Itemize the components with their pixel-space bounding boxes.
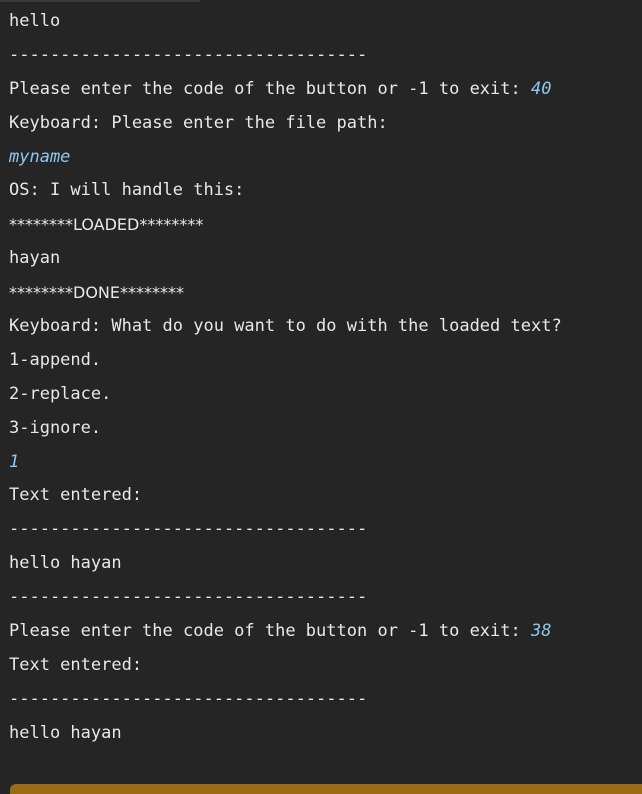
top-strip bbox=[0, 0, 200, 2]
user-input: myname bbox=[9, 146, 71, 167]
loaded-banner: ********LOADED******** bbox=[9, 208, 642, 242]
output-text: 2-replace. bbox=[9, 383, 112, 404]
separator-line: ----------------------------------- bbox=[9, 513, 642, 547]
done-banner: ********DONE******** bbox=[9, 276, 642, 310]
prompt-line: Please enter the code of the button or -… bbox=[9, 73, 642, 107]
prompt-text: Please enter the code of the button or -… bbox=[9, 78, 531, 99]
user-input: 1 bbox=[9, 451, 20, 472]
separator-line: ----------------------------------- bbox=[9, 683, 642, 717]
output-text: ----------------------------------- bbox=[9, 44, 368, 65]
output-text: Text entered: bbox=[9, 485, 143, 506]
output-text: ----------------------------------- bbox=[9, 688, 368, 709]
output-text: 3-ignore. bbox=[9, 417, 102, 438]
output-text: 1-append. bbox=[9, 349, 102, 370]
output-text: hello hayan bbox=[9, 722, 122, 743]
input-line: 1 bbox=[9, 446, 642, 480]
separator-line: ----------------------------------- bbox=[9, 39, 642, 73]
output-text: hello bbox=[9, 11, 61, 31]
menu-option: 1-append. bbox=[9, 344, 642, 378]
output-text: hello hayan bbox=[9, 553, 122, 574]
output-text: Keyboard: Please enter the file path: bbox=[9, 112, 388, 133]
menu-option: 2-replace. bbox=[9, 378, 642, 412]
output-line: Text entered: bbox=[9, 649, 642, 683]
output-line: Keyboard: Please enter the file path: bbox=[9, 107, 642, 141]
terminal-output: hello ----------------------------------… bbox=[9, 5, 642, 751]
output-text: OS: I will handle this: bbox=[9, 180, 245, 201]
output-line: Text entered: bbox=[9, 479, 642, 513]
output-text: ********LOADED******** bbox=[9, 215, 204, 235]
output-line: hello bbox=[9, 5, 642, 39]
output-text: Text entered: bbox=[9, 654, 143, 675]
output-text: hayan bbox=[9, 248, 61, 269]
output-line: hello hayan bbox=[9, 717, 642, 751]
output-text: Keyboard: What do you want to do with th… bbox=[9, 316, 562, 337]
user-input: 38 bbox=[530, 621, 552, 642]
separator-line: ----------------------------------- bbox=[9, 581, 642, 615]
output-text: ----------------------------------- bbox=[9, 519, 368, 540]
output-text: ----------------------------------- bbox=[9, 587, 368, 608]
output-line: hello hayan bbox=[9, 547, 642, 581]
prompt-text: Please enter the code of the button or -… bbox=[9, 621, 531, 642]
user-input: 40 bbox=[530, 78, 552, 99]
horizontal-scrollbar[interactable] bbox=[10, 784, 642, 794]
output-line: hayan bbox=[9, 242, 642, 276]
menu-option: 3-ignore. bbox=[9, 412, 642, 446]
output-line: OS: I will handle this: bbox=[9, 174, 642, 208]
prompt-line: Please enter the code of the button or -… bbox=[9, 615, 642, 649]
output-line: Keyboard: What do you want to do with th… bbox=[9, 310, 642, 344]
input-line: myname bbox=[9, 141, 642, 175]
output-text: ********DONE******** bbox=[9, 283, 184, 303]
